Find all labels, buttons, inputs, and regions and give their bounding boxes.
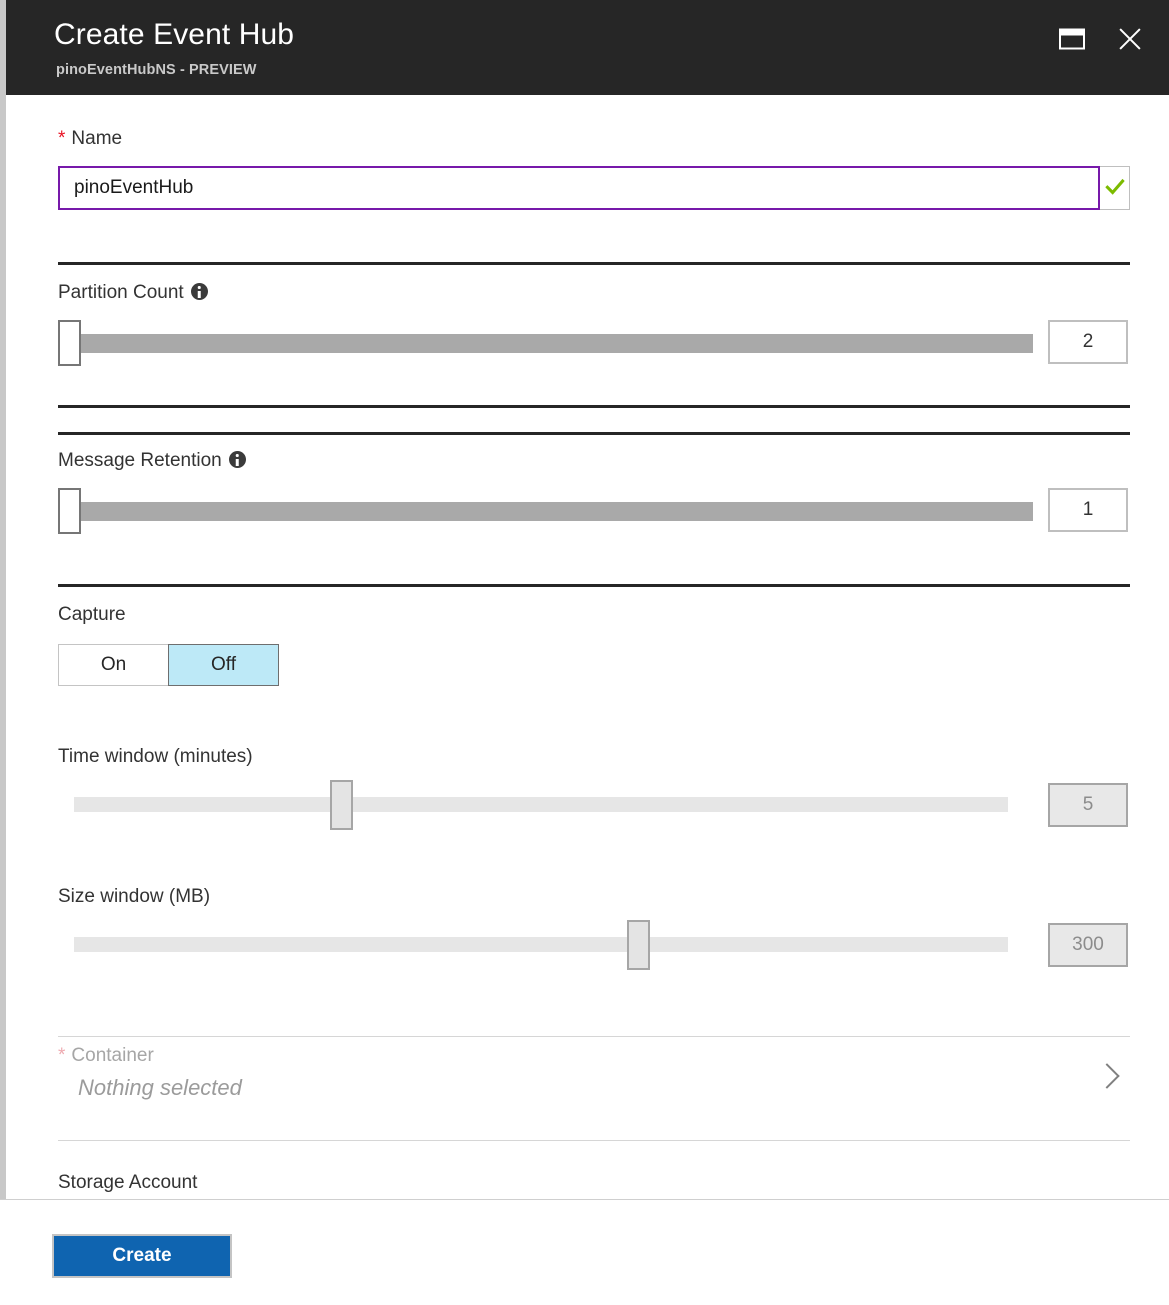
- section-divider: [58, 405, 1130, 408]
- page-subtitle: pinoEventHubNS - PREVIEW: [56, 62, 257, 78]
- container-picker[interactable]: * Container Nothing selected: [58, 1037, 1130, 1133]
- section-divider: [58, 262, 1130, 265]
- slider-track[interactable]: [81, 502, 1033, 521]
- required-asterisk: *: [58, 1045, 66, 1066]
- slider-track: [74, 937, 1008, 952]
- size-window-value: 300: [1048, 923, 1128, 967]
- close-icon: [1116, 25, 1144, 53]
- container-label-text: Container: [71, 1045, 154, 1066]
- blade-content: *Name Partition Count 2 Message Retentio…: [6, 95, 1169, 1199]
- slider-thumb[interactable]: [330, 780, 353, 830]
- row-divider: [58, 1140, 1130, 1141]
- create-event-hub-blade: Create Event Hub pinoEventHubNS - PREVIE…: [0, 0, 1169, 1305]
- capture-toggle-on[interactable]: On: [58, 644, 169, 686]
- storage-account-label: Storage Account: [58, 1172, 198, 1193]
- maximize-button[interactable]: [1049, 16, 1095, 62]
- info-icon[interactable]: [228, 451, 246, 468]
- partition-count-label: Partition Count: [58, 282, 208, 304]
- slider-thumb[interactable]: [58, 320, 81, 366]
- section-divider: [58, 432, 1130, 435]
- create-button[interactable]: Create: [52, 1234, 232, 1278]
- blade-footer: Create: [0, 1199, 1169, 1305]
- maximize-icon: [1059, 28, 1085, 50]
- page-title: Create Event Hub: [54, 18, 295, 51]
- name-label-text: Name: [71, 128, 123, 149]
- message-retention-label: Message Retention: [58, 450, 246, 472]
- time-window-value: 5: [1048, 783, 1128, 827]
- slider-track: [74, 797, 1008, 812]
- blade-header: Create Event Hub pinoEventHubNS - PREVIE…: [6, 0, 1169, 95]
- container-label: * Container: [58, 1045, 154, 1067]
- section-divider: [58, 584, 1130, 587]
- name-input[interactable]: [58, 166, 1100, 210]
- required-asterisk: *: [58, 128, 66, 149]
- partition-count-value[interactable]: 2: [1048, 320, 1128, 364]
- capture-label: Capture: [58, 604, 126, 625]
- name-validation-indicator: [1100, 166, 1130, 210]
- slider-track[interactable]: [81, 334, 1033, 353]
- chevron-right-icon: [1094, 1063, 1120, 1089]
- partition-count-label-text: Partition Count: [58, 282, 184, 303]
- size-window-label: Size window (MB): [58, 886, 211, 907]
- name-label: * Name: [58, 128, 122, 150]
- slider-thumb[interactable]: [58, 488, 81, 534]
- time-window-slider[interactable]: [74, 780, 1008, 830]
- slider-thumb[interactable]: [627, 920, 650, 970]
- capture-toggle-off[interactable]: Off: [168, 644, 279, 686]
- message-retention-slider[interactable]: [58, 488, 1033, 534]
- message-retention-label-text: Message Retention: [58, 450, 222, 471]
- close-button[interactable]: [1107, 16, 1153, 62]
- message-retention-value[interactable]: 1: [1048, 488, 1128, 532]
- info-icon[interactable]: [190, 283, 208, 300]
- size-window-slider[interactable]: [74, 920, 1008, 970]
- partition-count-slider[interactable]: [58, 320, 1033, 366]
- time-window-label: Time window (minutes): [58, 746, 253, 767]
- green-check-icon: [1105, 178, 1124, 195]
- capture-toggle-group: On Off: [58, 644, 279, 686]
- container-value: Nothing selected: [78, 1075, 242, 1100]
